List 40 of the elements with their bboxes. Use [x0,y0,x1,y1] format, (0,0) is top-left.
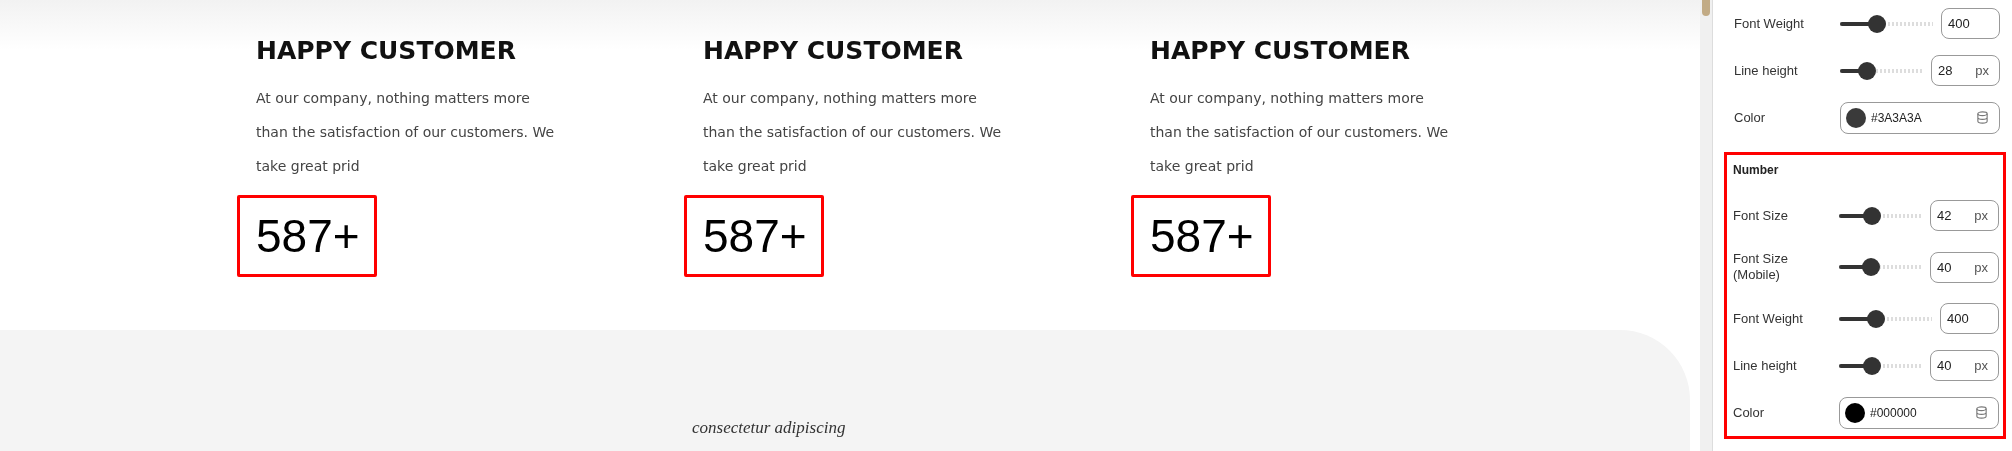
color-field[interactable]: #000000 [1839,396,1999,429]
setting-label: Line height [1733,357,1798,374]
stat-number: 587+ [684,195,824,277]
setting-label: Font Size (Mobile) [1733,251,1789,283]
stat-title: HAPPY CUSTOMER [703,36,963,65]
database-icon[interactable] [1975,406,1988,419]
stat-description: At our company, nothing matters more than the satisfaction of our customers. We take great prid [1150,89,1450,176]
value-field[interactable]: 42 px [1930,200,1999,231]
color-value: #3A3A3A [1871,110,1923,125]
stat-title: HAPPY CUSTOMER [1150,36,1410,65]
setting-label: Font Weight [1733,310,1804,327]
section-title: Number [1732,163,1780,179]
value-field[interactable]: 28 px [1931,55,2000,86]
script-text: consectetur adipiscing [692,418,846,438]
value-field[interactable]: 40 px [1930,350,1999,381]
stat-number: 587+ [237,195,377,277]
slider-thumb[interactable] [1867,309,1886,328]
color-value: #000000 [1870,405,1918,420]
slider-thumb[interactable] [1863,356,1882,375]
value-field[interactable]: 40 px [1930,251,1999,283]
setting-label: Line height [1734,62,1799,79]
value-field[interactable]: 400 [1941,8,2000,39]
value-field[interactable]: 400 [1940,303,1999,334]
setting-label: Color [1733,404,1766,421]
stat-description: At our company, nothing matters more than the satisfaction of our customers. We take great prid [703,89,1003,176]
slider-thumb[interactable] [1862,258,1881,276]
color-swatch[interactable] [1846,107,1866,128]
database-icon[interactable] [1976,111,1989,124]
setting-label: Color [1734,109,1767,126]
setting-label: Font Weight [1734,15,1805,32]
stat-description: At our company, nothing matters more than the satisfaction of our customers. We take great prid [256,89,556,176]
slider-thumb[interactable] [1868,14,1887,33]
stat-number: 587+ [1131,195,1271,277]
color-field[interactable]: #3A3A3A [1840,101,2000,134]
setting-label: Font Size [1733,207,1789,224]
stat-title: HAPPY CUSTOMER [256,36,516,65]
slider-thumb[interactable] [1858,61,1877,80]
color-swatch[interactable] [1845,402,1865,423]
scrollbar-thumb[interactable] [1702,0,1710,16]
slider-thumb[interactable] [1863,206,1882,225]
